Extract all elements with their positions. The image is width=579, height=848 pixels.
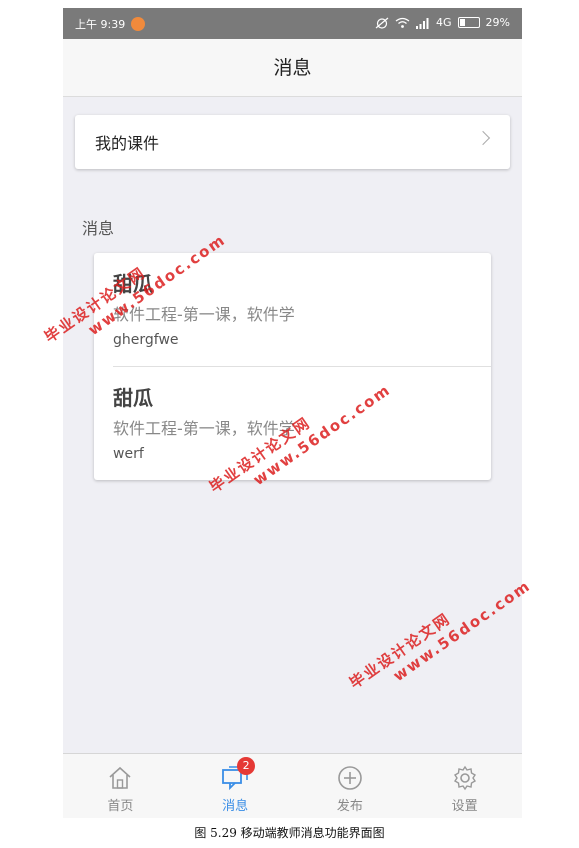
page-title: 消息 (273, 57, 312, 79)
status-bar: 上午 9:39 4G 29% (63, 8, 522, 39)
unread-badge: 2 (237, 757, 256, 775)
my-courseware-entry[interactable]: 我的课件 (75, 115, 510, 169)
messages-section-label: 消息 (82, 219, 115, 238)
tab-publish-label: 发布 (336, 799, 363, 814)
status-time: 上午 9:39 (75, 18, 126, 31)
signal-icon (416, 17, 429, 29)
chevron-right-icon (475, 130, 491, 146)
message-body: ghergfwe (113, 332, 179, 348)
tab-messages-label: 消息 (222, 799, 249, 814)
header: 消息 (63, 39, 522, 97)
battery-icon (457, 17, 480, 28)
my-courseware-label: 我的课件 (95, 134, 160, 153)
bottom-tab-bar: 首页 2 消息 发布 设置 (63, 753, 522, 818)
phone-screen: 上午 9:39 4G 29% 消息 我的课件 消息 甜瓜 软件工程-第一课，软件… (63, 8, 522, 818)
notification-app-icon (131, 17, 146, 31)
tab-publish[interactable]: 发布 (293, 754, 408, 818)
wifi-icon (395, 17, 410, 28)
message-sender: 甜瓜 (113, 386, 153, 410)
tab-home-label: 首页 (107, 799, 134, 814)
message-body: werf (113, 446, 144, 462)
tab-settings[interactable]: 设置 (407, 754, 522, 818)
tab-messages[interactable]: 2 消息 (178, 754, 293, 818)
tab-settings-label: 设置 (451, 799, 478, 814)
battery-percent: 29% (485, 16, 510, 29)
alarm-off-icon (375, 17, 389, 29)
gear-icon (453, 765, 476, 791)
tab-home[interactable]: 首页 (63, 754, 178, 818)
network-type: 4G (436, 16, 452, 29)
home-icon (109, 766, 131, 789)
add-circle-icon (338, 766, 362, 790)
figure-caption: 图 5.29 移动端教师消息功能界面图 (194, 826, 385, 840)
